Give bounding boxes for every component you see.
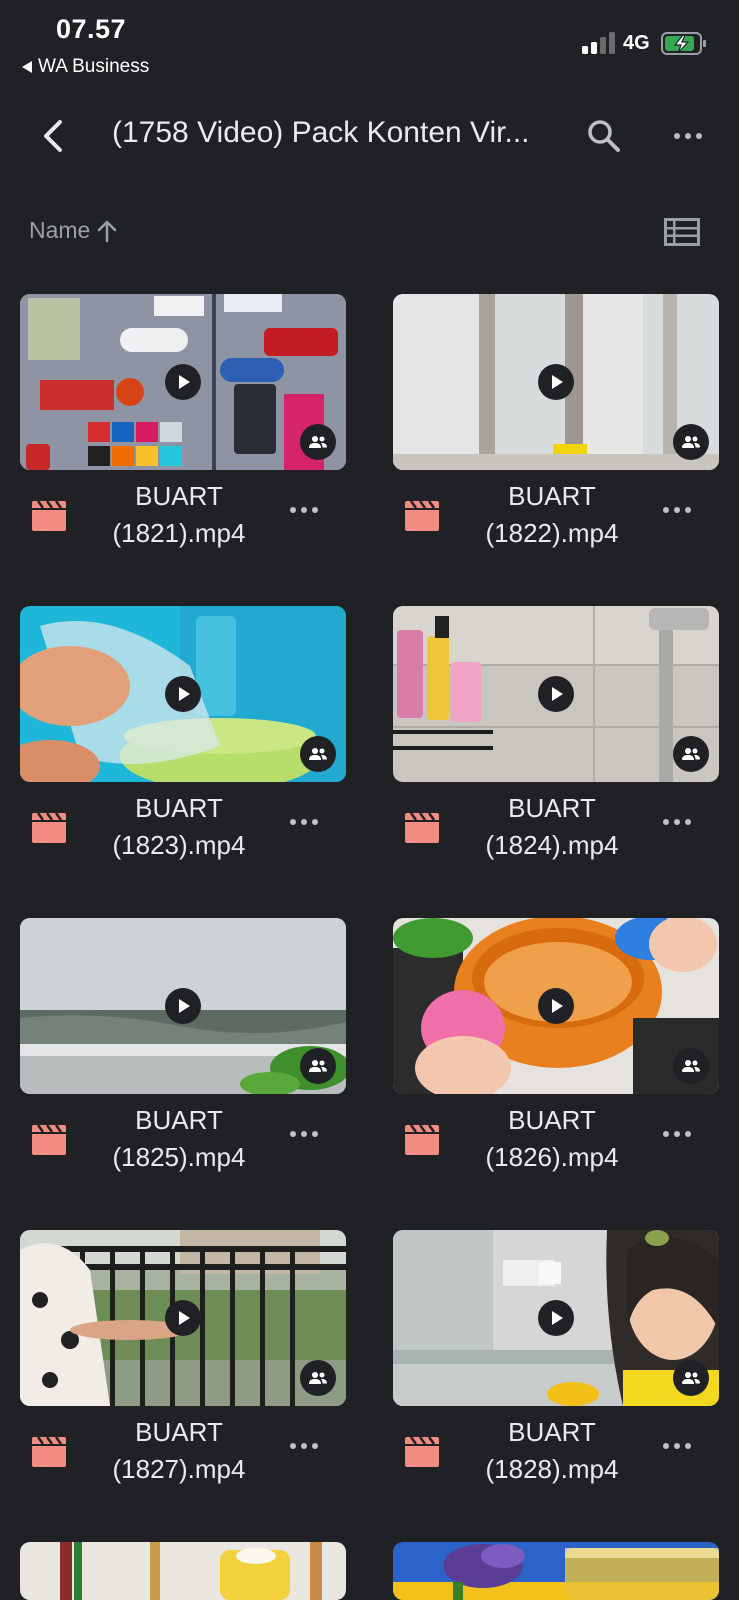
file-card[interactable]: BUART (1825).mp4 (20, 918, 346, 1188)
file-name-line2: (1825).mp4 (112, 1142, 246, 1172)
file-name-line1: BUART (508, 1105, 596, 1135)
file-name: BUART (1825).mp4 (76, 1102, 282, 1176)
video-thumbnail[interactable] (20, 294, 346, 470)
shared-people-icon (300, 1360, 336, 1396)
file-name-line2: (1826).mp4 (485, 1142, 619, 1172)
shared-people-icon (673, 424, 709, 460)
battery-charging-icon (661, 32, 706, 55)
file-name-line2: (1821).mp4 (112, 518, 246, 548)
video-file-icon (32, 1124, 66, 1155)
file-card[interactable]: BUART (1827).mp4 (20, 1230, 346, 1500)
file-more-options-icon[interactable] (282, 1118, 326, 1150)
file-name: BUART (1827).mp4 (76, 1414, 282, 1488)
status-time: 07.57 (56, 14, 127, 44)
video-thumbnail[interactable] (20, 1542, 346, 1600)
file-more-options-icon[interactable] (282, 806, 326, 838)
video-thumbnail[interactable] (20, 1230, 346, 1406)
back-triangle-icon (22, 61, 32, 73)
file-name-line1: BUART (135, 793, 223, 823)
play-icon (165, 676, 201, 712)
play-icon (165, 1300, 201, 1336)
video-thumbnail[interactable] (393, 1230, 719, 1406)
shared-people-icon (673, 1048, 709, 1084)
file-card-partial[interactable] (20, 1542, 346, 1600)
file-name-line2: (1824).mp4 (485, 830, 619, 860)
video-file-icon (405, 1124, 439, 1155)
back-to-app-link[interactable]: WA Business (22, 56, 149, 78)
shared-people-icon (673, 1360, 709, 1396)
file-card[interactable]: BUART (1826).mp4 (393, 918, 719, 1188)
arrow-up-icon (98, 220, 117, 242)
file-name: BUART (1826).mp4 (449, 1102, 655, 1176)
file-name-line1: BUART (135, 481, 223, 511)
video-file-icon (32, 500, 66, 531)
file-name-line1: BUART (508, 793, 596, 823)
file-name: BUART (1828).mp4 (449, 1414, 655, 1488)
file-card[interactable]: BUART (1823).mp4 (20, 606, 346, 876)
file-card[interactable]: BUART (1821).mp4 (20, 294, 346, 564)
shared-people-icon (300, 1048, 336, 1084)
file-name: BUART (1823).mp4 (76, 790, 282, 864)
play-icon (538, 364, 574, 400)
file-name-line2: (1827).mp4 (112, 1454, 246, 1484)
video-thumbnail[interactable] (393, 606, 719, 782)
file-card[interactable]: BUART (1828).mp4 (393, 1230, 719, 1500)
sort-row: Name (0, 206, 739, 256)
more-options-icon[interactable] (666, 114, 710, 158)
video-thumbnail[interactable] (393, 918, 719, 1094)
file-name-line1: BUART (508, 1417, 596, 1447)
file-more-options-icon[interactable] (282, 1430, 326, 1462)
play-icon (538, 1300, 574, 1336)
file-more-options-icon[interactable] (655, 1118, 699, 1150)
shared-people-icon (673, 736, 709, 772)
video-file-icon (405, 1436, 439, 1467)
video-thumbnail[interactable] (20, 918, 346, 1094)
sort-by-name-button[interactable]: Name (29, 217, 118, 244)
file-card[interactable]: BUART (1824).mp4 (393, 606, 719, 876)
shared-people-icon (300, 736, 336, 772)
video-thumbnail[interactable] (20, 606, 346, 782)
video-file-icon (32, 812, 66, 843)
video-thumbnail[interactable] (393, 1542, 719, 1600)
file-name: BUART (1821).mp4 (76, 478, 282, 552)
signal-strength-icon (582, 32, 616, 54)
back-arrow-icon[interactable] (32, 114, 76, 158)
shared-people-icon (300, 424, 336, 460)
file-name-line2: (1823).mp4 (112, 830, 246, 860)
video-thumbnail[interactable] (393, 294, 719, 470)
folder-title: (1758 Video) Pack Konten Vir... (112, 116, 530, 149)
file-name: BUART (1824).mp4 (449, 790, 655, 864)
video-file-icon (32, 1436, 66, 1467)
play-icon (538, 988, 574, 1024)
sort-label: Name (29, 217, 91, 243)
file-name-line1: BUART (508, 481, 596, 511)
file-card-partial[interactable] (393, 1542, 719, 1600)
file-name-line1: BUART (135, 1417, 223, 1447)
network-type: 4G (623, 32, 650, 54)
play-icon (538, 676, 574, 712)
file-name-line2: (1822).mp4 (485, 518, 619, 548)
video-file-icon (405, 500, 439, 531)
file-name-line1: BUART (135, 1105, 223, 1135)
file-name: BUART (1822).mp4 (449, 478, 655, 552)
file-name-line2: (1828).mp4 (485, 1454, 619, 1484)
file-card[interactable]: BUART (1822).mp4 (393, 294, 719, 564)
play-icon (165, 988, 201, 1024)
app-bar: (1758 Video) Pack Konten Vir... (0, 100, 739, 172)
play-icon (165, 364, 201, 400)
file-more-options-icon[interactable] (655, 806, 699, 838)
file-more-options-icon[interactable] (655, 1430, 699, 1462)
search-icon[interactable] (582, 114, 626, 158)
video-file-icon (405, 812, 439, 843)
file-more-options-icon[interactable] (282, 494, 326, 526)
status-bar: 07.57 WA Business 4G (0, 0, 739, 90)
file-more-options-icon[interactable] (655, 494, 699, 526)
list-view-icon[interactable] (664, 218, 700, 246)
back-app-label: WA Business (38, 56, 150, 77)
